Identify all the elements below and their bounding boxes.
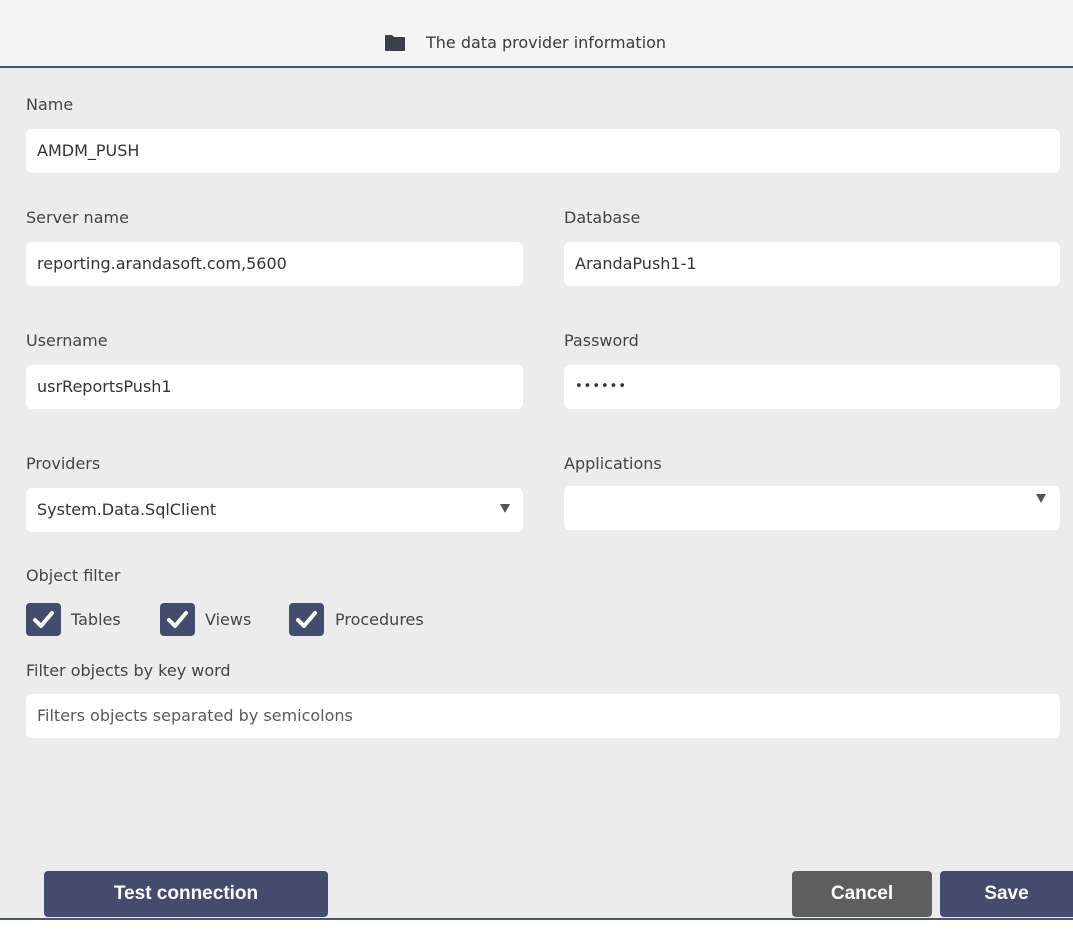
test-connection-button[interactable]: Test connection	[44, 871, 328, 917]
providers-select[interactable]: System.Data.SqlClient	[26, 488, 523, 532]
database-label: Database	[564, 208, 641, 227]
server-name-label: Server name	[26, 208, 129, 227]
name-label: Name	[26, 95, 74, 114]
dialog-title: The data provider information	[426, 33, 667, 52]
procedures-checkbox-label[interactable]: Procedures	[335, 610, 424, 629]
applications-select[interactable]	[564, 486, 1060, 530]
username-input[interactable]: usrReportsPush1	[26, 365, 523, 409]
database-input[interactable]: ArandaPush1-1	[564, 242, 1060, 286]
tables-checkbox[interactable]	[26, 603, 61, 636]
providers-label: Providers	[26, 454, 101, 473]
name-input[interactable]: AMDM_PUSH	[26, 129, 1060, 173]
data-provider-dialog: The data provider information Name AMDM_…	[0, 0, 1073, 939]
providers-chevron-down-icon[interactable]	[500, 504, 510, 513]
views-checkbox-label[interactable]: Views	[205, 610, 251, 629]
applications-label: Applications	[564, 454, 662, 473]
checkmark-icon	[33, 611, 54, 628]
object-filter-label: Object filter	[26, 566, 121, 585]
dialog-header: The data provider information	[0, 0, 1073, 68]
keyword-filter-input[interactable]: Filters objects separated by semicolons	[26, 694, 1060, 738]
username-label: Username	[26, 331, 108, 350]
cancel-button[interactable]: Cancel	[792, 871, 932, 917]
dialog-footer-divider	[0, 918, 1073, 939]
applications-chevron-down-icon[interactable]	[1036, 494, 1046, 503]
tables-checkbox-label[interactable]: Tables	[71, 610, 121, 629]
dialog-header-content: The data provider information	[384, 33, 666, 52]
keyword-filter-label: Filter objects by key word	[26, 661, 231, 680]
views-checkbox[interactable]	[160, 603, 195, 636]
checkmark-icon	[167, 611, 188, 628]
procedures-checkbox[interactable]	[289, 603, 324, 636]
folder-icon	[384, 34, 406, 52]
save-button[interactable]: Save	[940, 871, 1073, 917]
checkmark-icon	[296, 611, 317, 628]
password-input[interactable]: ••••••	[564, 365, 1060, 409]
password-label: Password	[564, 331, 639, 350]
providers-selected-value: System.Data.SqlClient	[37, 500, 217, 519]
server-name-input[interactable]: reporting.arandasoft.com,5600	[26, 242, 523, 286]
